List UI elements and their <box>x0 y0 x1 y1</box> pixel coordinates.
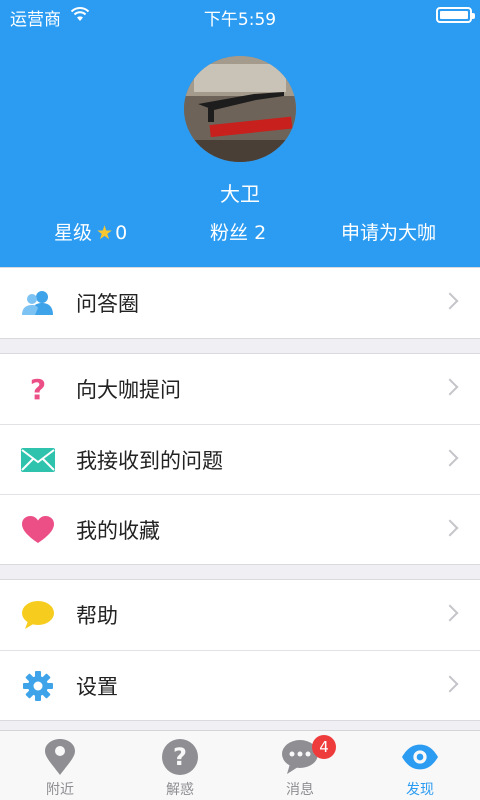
question-circle-icon: ? <box>162 739 198 775</box>
eye-icon <box>402 739 438 775</box>
menu-item-label: 设置 <box>76 675 118 699</box>
menu-item-ask-expert[interactable]: ? 向大咖提问 <box>0 354 480 424</box>
star-icon: ★ <box>96 222 114 244</box>
menu-item-label: 我接收到的问题 <box>76 449 223 473</box>
menu-item-label: 帮助 <box>76 604 118 628</box>
fans-label: 粉丝 <box>210 222 249 244</box>
users-icon <box>20 286 56 320</box>
menu-item-label: 问答圈 <box>76 292 139 316</box>
fans-count[interactable]: 粉丝 2 <box>210 218 266 245</box>
avatar-photo <box>184 56 296 162</box>
unread-badge: 4 <box>312 735 336 759</box>
menu-group-3: 帮助 设置 <box>0 579 480 721</box>
tab-label: 解惑 <box>166 782 194 798</box>
profile-header: 运营商 下午5:59 大卫 星级 ★ 0 粉丝 2 申请为大咖 <box>0 0 480 268</box>
chevron-right-icon <box>441 449 459 467</box>
chevron-right-icon <box>441 519 459 537</box>
envelope-icon <box>20 443 56 477</box>
star-level-label: 星级 <box>54 222 93 244</box>
menu-item-qa-circle[interactable]: 问答圈 <box>0 268 480 338</box>
menu-item-favorites[interactable]: 我的收藏 <box>0 494 480 564</box>
menu-group-2: ? 向大咖提问 我接收到的问题 我的收藏 <box>0 353 480 565</box>
chevron-right-icon <box>441 675 459 693</box>
chevron-right-icon <box>441 378 459 396</box>
star-level[interactable]: 星级 ★ 0 <box>54 218 127 245</box>
apply-expert-button[interactable]: 申请为大咖 <box>341 218 436 245</box>
tab-label: 发现 <box>406 782 434 798</box>
menu-group-1: 问答圈 <box>0 267 480 339</box>
svg-text:?: ? <box>173 743 187 771</box>
avatar[interactable] <box>184 56 296 162</box>
menu-item-label: 向大咖提问 <box>76 378 181 402</box>
username: 大卫 <box>220 182 260 206</box>
tab-messages[interactable]: 4 消息 <box>240 731 360 800</box>
tab-nearby[interactable]: 附近 <box>0 731 120 800</box>
menu-item-settings[interactable]: 设置 <box>0 650 480 720</box>
status-bar: 运营商 下午5:59 <box>0 0 480 30</box>
tab-answers[interactable]: ? 解惑 <box>120 731 240 800</box>
menu-item-help[interactable]: 帮助 <box>0 580 480 650</box>
chevron-right-icon <box>441 292 459 310</box>
speech-bubble-icon <box>20 598 56 632</box>
fans-value: 2 <box>254 222 267 244</box>
tab-label: 附近 <box>46 782 74 798</box>
location-pin-icon <box>42 739 78 775</box>
tab-discover[interactable]: 发现 <box>360 731 480 800</box>
clock: 下午5:59 <box>203 10 277 30</box>
tab-label: 消息 <box>286 782 314 798</box>
menu-item-received-questions[interactable]: 我接收到的问题 <box>0 424 480 494</box>
heart-icon <box>20 513 56 547</box>
battery-icon <box>436 7 475 23</box>
gear-icon <box>20 669 56 703</box>
tab-bar: 附近 ? 解惑 4 消息 发现 <box>0 730 480 800</box>
menu-item-label: 我的收藏 <box>76 519 160 543</box>
chevron-right-icon <box>441 604 459 622</box>
star-level-value: 0 <box>115 222 128 244</box>
question-mark-icon: ? <box>29 372 47 406</box>
